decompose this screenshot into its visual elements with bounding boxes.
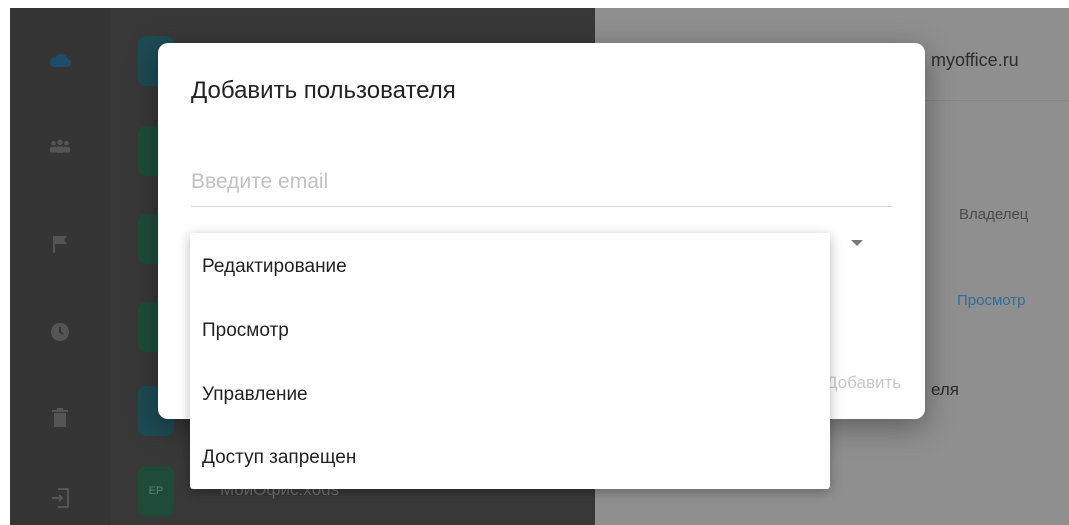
flag-icon[interactable]	[48, 232, 72, 256]
clock-icon[interactable]	[48, 320, 72, 344]
chevron-down-icon[interactable]	[851, 240, 863, 246]
people-icon[interactable]	[48, 134, 72, 158]
menu-item-manage[interactable]: Управление	[190, 363, 830, 427]
owner-email: myoffice.ru	[931, 50, 1019, 70]
view-role-link[interactable]: Просмотр	[957, 292, 1026, 309]
file-thumbnail-badge[interactable]: ЕР	[138, 466, 174, 516]
menu-item-view[interactable]: Просмотр	[190, 299, 830, 363]
logout-icon[interactable]	[48, 486, 72, 510]
email-field[interactable]	[191, 157, 892, 207]
owner-role-label: Владелец	[959, 206, 1029, 223]
user-label-partial: еля	[931, 380, 960, 399]
cloud-icon[interactable]	[48, 48, 72, 72]
trash-icon[interactable]	[48, 406, 72, 430]
add-button[interactable]: Добавить	[826, 373, 901, 393]
nav-rail	[10, 8, 110, 525]
menu-item-access-denied[interactable]: Доступ запрещен	[190, 426, 830, 490]
menu-item-edit[interactable]: Редактирование	[190, 235, 830, 299]
permission-menu: Редактирование Просмотр Управление Досту…	[190, 233, 830, 489]
dialog-title: Добавить пользователя	[191, 77, 456, 104]
